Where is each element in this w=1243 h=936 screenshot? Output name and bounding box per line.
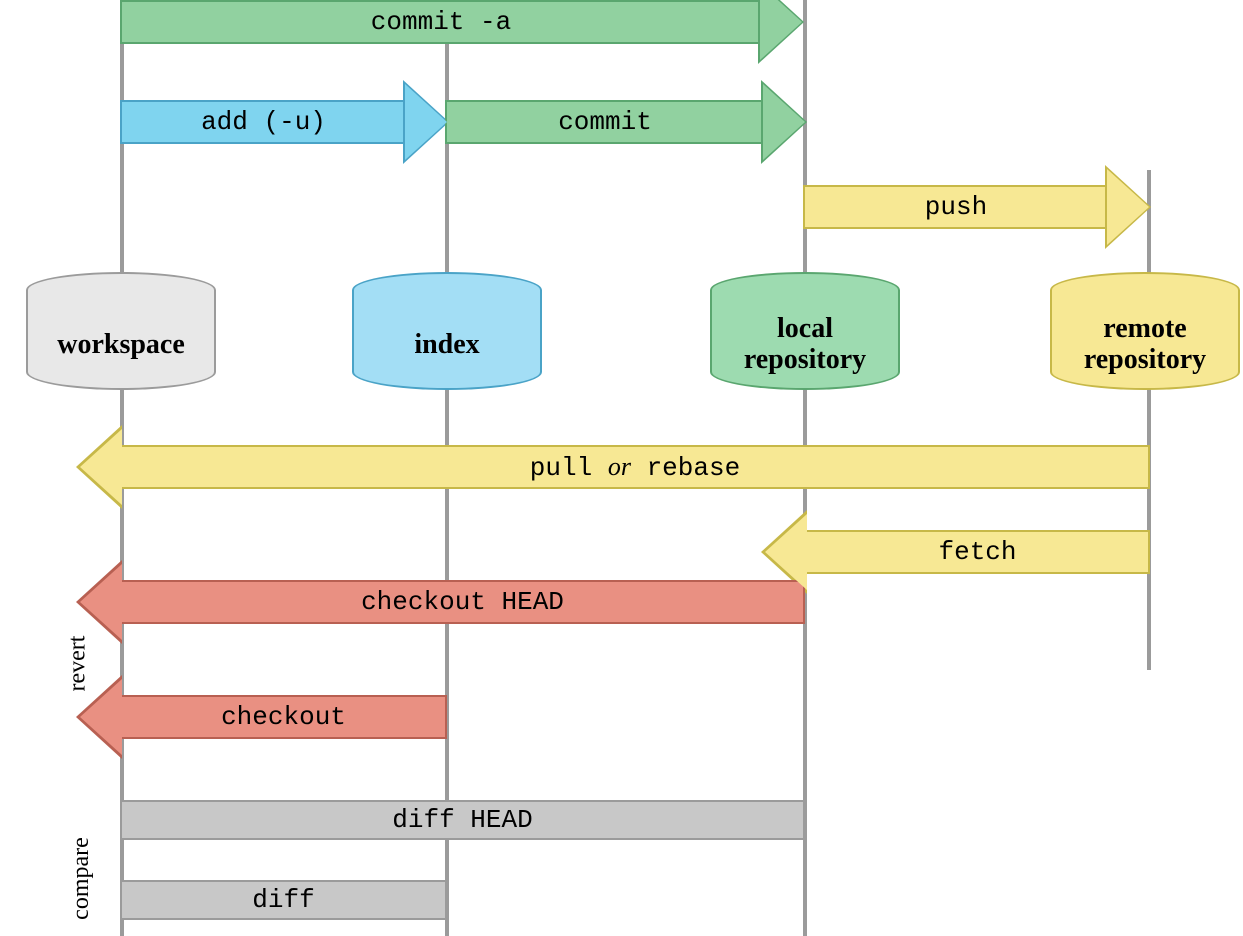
node-label: workspace — [57, 330, 185, 361]
arrow-label: push — [925, 192, 987, 222]
bar-label: diff HEAD — [392, 805, 532, 835]
section-label-compare: compare — [68, 837, 95, 920]
arrow-push: push — [803, 185, 1193, 229]
arrow-label: commit -a — [371, 7, 511, 37]
node-workspace: workspace — [26, 290, 216, 390]
node-local-repository: local repository — [710, 290, 900, 390]
arrow-add-u: add (-u) — [120, 100, 480, 144]
arrow-commit-a: commit -a — [120, 0, 840, 44]
bar-label: diff — [252, 885, 314, 915]
node-label-line1: remote — [1103, 314, 1186, 345]
node-remote-repository: remote repository — [1050, 290, 1240, 390]
arrow-pull-or-rebase: pull or rebase — [80, 445, 1150, 489]
arrow-label: commit — [558, 107, 652, 137]
arrow-label: fetch — [938, 537, 1016, 567]
arrow-checkout-head: checkout HEAD — [80, 580, 810, 624]
node-index: index — [352, 290, 542, 390]
node-label-line2: repository — [1084, 345, 1206, 376]
arrow-label: pull or rebase — [530, 452, 740, 483]
arrow-checkout: checkout — [80, 695, 450, 739]
arrow-label: checkout — [221, 702, 346, 732]
arrow-fetch: fetch — [765, 530, 1155, 574]
bar-diff: diff — [120, 880, 447, 920]
arrow-commit: commit — [445, 100, 845, 144]
bar-diff-head: diff HEAD — [120, 800, 805, 840]
node-label-line2: repository — [744, 345, 866, 376]
arrow-label: checkout HEAD — [361, 587, 564, 617]
arrow-label: add (-u) — [201, 107, 326, 137]
git-data-flow-diagram: commit -a add (-u) commit push workspace… — [0, 0, 1243, 936]
node-label-line1: local — [777, 314, 833, 345]
node-label: index — [414, 330, 479, 361]
